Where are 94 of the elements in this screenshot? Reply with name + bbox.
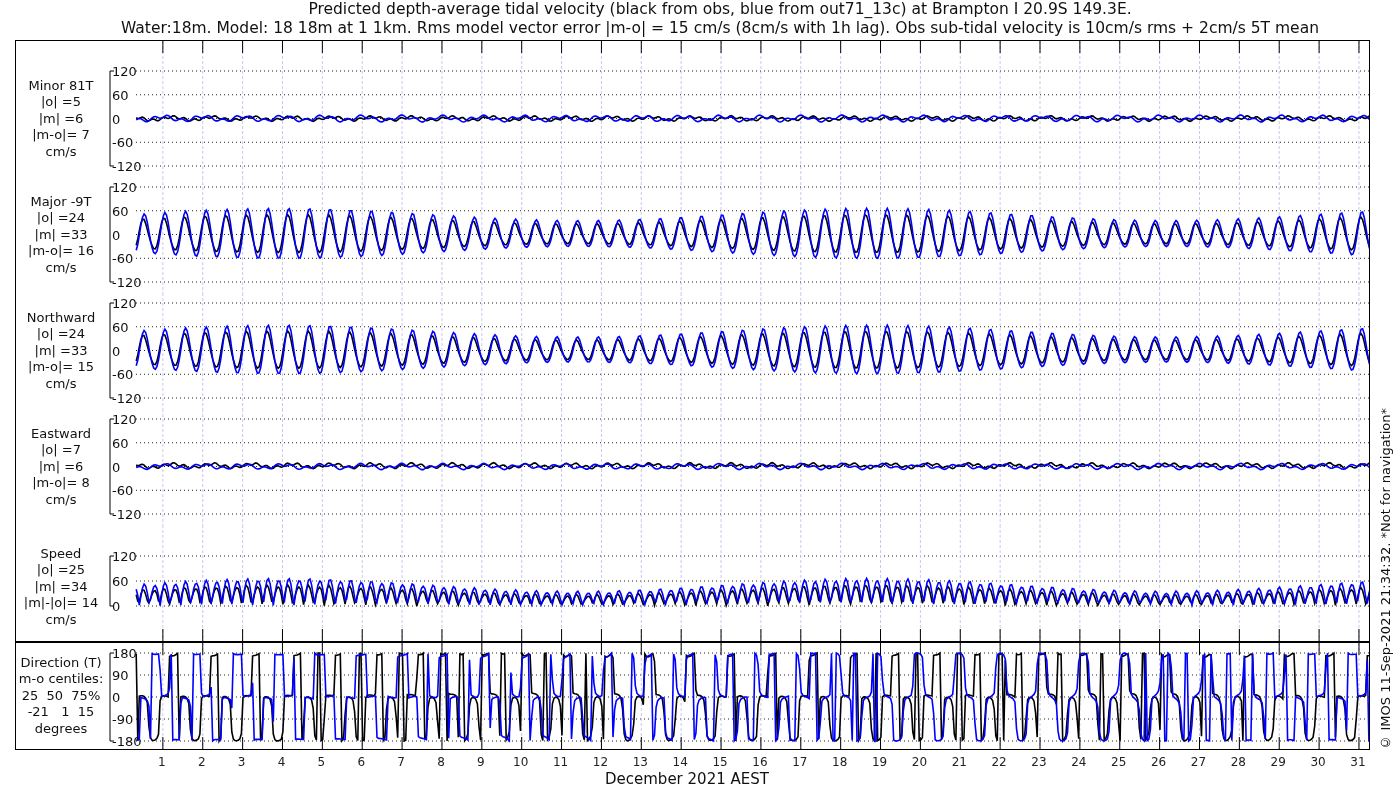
y-tick-label: -60 bbox=[112, 135, 134, 151]
panel-title: Speed bbox=[40, 545, 82, 563]
y-tick-label: -120 bbox=[112, 391, 142, 406]
y-tick-label: 0 bbox=[112, 227, 121, 243]
y-tick-label: 0 bbox=[112, 459, 121, 475]
panel-title: Direction (T) bbox=[20, 654, 102, 672]
y-tick-label: 60 bbox=[112, 203, 129, 219]
copyright-note: © IMOS 11-Sep-2021 21:34:32. *Not for navigation* bbox=[1377, 408, 1393, 750]
statistic-label: |m| =6 bbox=[38, 110, 84, 128]
statistic-label: cm/s bbox=[45, 143, 77, 161]
x-tick-label: 8 bbox=[437, 755, 445, 769]
y-tick-label: 0 bbox=[112, 599, 121, 614]
statistic-label: |o| =24 bbox=[36, 210, 86, 227]
x-tick-label: 12 bbox=[592, 755, 609, 769]
x-tick-label: 21 bbox=[951, 755, 967, 769]
x-tick-label: 13 bbox=[632, 755, 648, 769]
x-tick-label: 27 bbox=[1190, 755, 1207, 769]
x-tick-label: 30 bbox=[1310, 755, 1326, 769]
statistic-label: -21 1 15 bbox=[27, 704, 95, 721]
statistic-label: |m|-|o|= 14 bbox=[23, 595, 99, 612]
x-tick-label: 18 bbox=[832, 755, 848, 769]
y-tick-label: 60 bbox=[112, 319, 129, 335]
chart-title: Water:18m. Model: 18 18m at 1 1km. Rms model vector error |m-o| = 15 cm/s (8cm/s with 1h lag). Obs sub-tidal velocity is 10cm/s rms + 2cm/s 5T mean bbox=[121, 19, 1319, 38]
statistic-label: |m-o|= 16 bbox=[28, 243, 94, 260]
statistic-label: |m| =33 bbox=[34, 342, 88, 360]
statistic-label: |m| =34 bbox=[34, 578, 88, 596]
statistic-label: |o| =7 bbox=[41, 442, 81, 459]
y-tick-label: 90 bbox=[112, 668, 129, 683]
statistic-label: degrees bbox=[34, 720, 88, 738]
x-tick-label: 17 bbox=[792, 755, 808, 769]
x-axis-label: December 2021 AEST bbox=[605, 770, 770, 788]
x-tick-label: 31 bbox=[1350, 755, 1366, 769]
x-tick-label: 25 bbox=[1111, 755, 1127, 769]
chart-title: Predicted depth-average tidal velocity (black from obs, blue from out71_13c) at Brampton I 20.9S 149.3E. bbox=[308, 0, 1132, 19]
x-tick-label: 20 bbox=[911, 755, 928, 769]
y-tick-label: 120 bbox=[112, 296, 137, 311]
y-tick-label: -90 bbox=[112, 712, 134, 727]
x-tick-label: 28 bbox=[1230, 755, 1246, 769]
y-tick-label: 60 bbox=[112, 435, 129, 451]
x-tick-label: 22 bbox=[991, 755, 1007, 769]
x-tick-label: 3 bbox=[237, 755, 246, 769]
statistic-label: cm/s bbox=[45, 259, 77, 277]
y-axis-line bbox=[109, 555, 115, 607]
y-tick-label: -180 bbox=[112, 734, 142, 749]
y-tick-label: 0 bbox=[112, 690, 121, 705]
y-tick-label: -120 bbox=[112, 507, 142, 522]
y-tick-label: -60 bbox=[112, 367, 134, 383]
x-tick-label: 16 bbox=[752, 755, 768, 769]
y-tick-label: -60 bbox=[112, 251, 134, 267]
statistic-label: cm/s bbox=[45, 375, 77, 393]
panel-title: Eastward bbox=[31, 425, 91, 443]
statistic-label: |m| =33 bbox=[34, 226, 88, 244]
x-tick-label: 2 bbox=[197, 755, 206, 769]
x-tick-label: 11 bbox=[552, 755, 569, 769]
y-tick-label: 0 bbox=[112, 111, 121, 127]
y-tick-label: 0 bbox=[112, 343, 121, 359]
statistic-label: |m-o|= 7 bbox=[32, 127, 90, 144]
y-tick-label: 60 bbox=[112, 574, 129, 589]
y-tick-label: -120 bbox=[112, 275, 142, 290]
statistic-label: |m-o|= 8 bbox=[32, 475, 90, 492]
x-tick-label: 26 bbox=[1151, 755, 1167, 769]
statistic-label: cm/s bbox=[45, 491, 77, 509]
statistic-label: m-o centiles: bbox=[18, 671, 104, 688]
x-tick-label: 29 bbox=[1270, 755, 1286, 769]
x-tick-label: 6 bbox=[357, 755, 366, 769]
y-tick-label: 180 bbox=[112, 646, 137, 661]
statistic-label: |o| =24 bbox=[36, 326, 86, 343]
y-tick-label: -60 bbox=[112, 483, 134, 499]
panel-title: Minor 81T bbox=[28, 77, 94, 95]
x-tick-label: 9 bbox=[477, 755, 485, 769]
x-tick-label: 7 bbox=[397, 755, 405, 769]
x-tick-label: 10 bbox=[513, 755, 529, 769]
y-tick-label: -120 bbox=[112, 159, 142, 174]
statistic-label: |m-o|= 15 bbox=[28, 359, 94, 376]
statistic-label: |o| =25 bbox=[36, 562, 86, 579]
y-tick-label: 120 bbox=[112, 180, 137, 195]
y-tick-label: 120 bbox=[112, 64, 137, 79]
x-tick-label: 1 bbox=[158, 755, 166, 769]
statistic-label: |m| =6 bbox=[38, 458, 84, 476]
x-tick-label: 15 bbox=[712, 755, 728, 769]
statistic-label: 25 50 75% bbox=[21, 687, 101, 705]
x-tick-label: 19 bbox=[871, 755, 888, 769]
x-tick-label: 23 bbox=[1031, 755, 1047, 769]
y-tick-label: 120 bbox=[112, 412, 137, 427]
y-tick-label: 60 bbox=[112, 87, 129, 103]
panel-title: Northward bbox=[26, 309, 96, 327]
y-tick-label: 120 bbox=[112, 549, 137, 564]
statistic-label: cm/s bbox=[45, 611, 77, 629]
panel-title: Major -9T bbox=[30, 193, 92, 211]
x-tick-label: 24 bbox=[1071, 755, 1087, 769]
x-tick-label: 5 bbox=[317, 755, 326, 769]
x-tick-label: 14 bbox=[672, 755, 688, 769]
statistic-label: |o| =5 bbox=[41, 94, 81, 111]
x-tick-label: 4 bbox=[277, 755, 286, 769]
